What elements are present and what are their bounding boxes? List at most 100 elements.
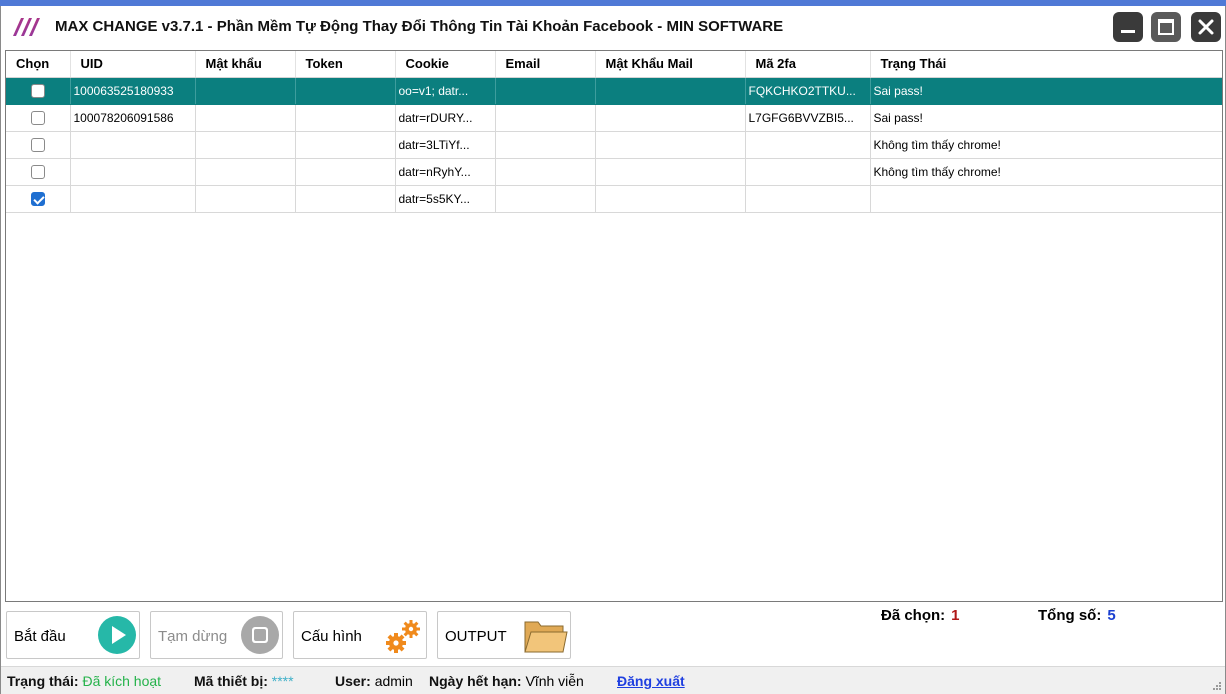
expiry-label: Ngày hết hạn: [429, 673, 522, 689]
column-header-mail-password[interactable]: Mật Khẩu Mail [595, 51, 746, 78]
token-cell[interactable] [295, 131, 396, 159]
account-grid[interactable]: Chọn UID Mật khẩu Token Cookie Email Mật… [5, 50, 1223, 602]
column-header-2fa[interactable]: Mã 2fa [745, 51, 871, 78]
2fa-cell[interactable]: FQKCHKO2TTKU... [745, 77, 871, 105]
close-icon [1198, 19, 1214, 35]
mail-password-cell[interactable] [595, 104, 746, 132]
mail-password-cell[interactable] [595, 158, 746, 186]
statusbar: Trạng thái: Đã kích hoạt Mã thiết bị: **… [1, 666, 1225, 694]
mail-password-cell[interactable] [595, 185, 746, 213]
status-cell[interactable]: Sai pass! [870, 77, 1222, 105]
email-cell[interactable] [495, 77, 596, 105]
status-cell[interactable]: Không tìm thấy chrome! [870, 131, 1222, 159]
password-cell[interactable] [195, 131, 296, 159]
row-checkbox[interactable] [30, 83, 45, 98]
column-header-email[interactable]: Email [495, 51, 596, 78]
column-header-select[interactable]: Chọn [6, 51, 71, 78]
status-label: Trạng thái: [7, 673, 79, 689]
cookie-cell[interactable]: oo=v1; datr... [395, 77, 496, 105]
total-count: Tổng số: 5 [1038, 607, 1116, 624]
mail-password-cell[interactable] [595, 131, 746, 159]
device-item: Mã thiết bị: **** [194, 673, 294, 689]
password-cell[interactable] [195, 158, 296, 186]
password-cell[interactable] [195, 77, 296, 105]
window-title: MAX CHANGE v3.7.1 - Phần Mềm Tự Động Tha… [55, 18, 784, 35]
token-cell[interactable] [295, 158, 396, 186]
email-cell[interactable] [495, 104, 596, 132]
email-cell[interactable] [495, 185, 596, 213]
table-row[interactable]: datr=nRyhY... Không tìm thấy chrome! [6, 158, 1222, 186]
device-label: Mã thiết bị: [194, 673, 268, 689]
2fa-cell[interactable] [745, 158, 871, 186]
uid-cell[interactable]: 100078206091586 [70, 104, 196, 132]
cookie-cell[interactable]: datr=nRyhY... [395, 158, 496, 186]
email-cell[interactable] [495, 158, 596, 186]
start-label: Bắt đầu [14, 628, 66, 645]
table-row[interactable]: 100078206091586 datr=rDURY... L7GFG6BVVZBI… [6, 104, 1222, 132]
cookie-cell[interactable]: datr=rDURY... [395, 104, 496, 132]
maximize-icon [1158, 19, 1174, 35]
2fa-cell[interactable] [745, 131, 871, 159]
column-header-password[interactable]: Mật khẩu [195, 51, 296, 78]
table-row[interactable]: 100063525180933 oo=v1; datr... FQKCHKO2TTK… [6, 77, 1222, 105]
column-header-uid[interactable]: UID [70, 51, 196, 78]
row-checkbox[interactable] [30, 164, 45, 179]
row-checkbox[interactable] [30, 191, 45, 206]
pause-label: Tạm dừng [158, 628, 228, 645]
titlebar: MAX CHANGE v3.7.1 - Phần Mềm Tự Động Tha… [1, 6, 1225, 46]
uid-cell[interactable] [70, 158, 196, 186]
status-cell[interactable]: Không tìm thấy chrome! [870, 158, 1222, 186]
uid-cell[interactable] [70, 131, 196, 159]
column-header-status[interactable]: Trạng Thái [870, 51, 1222, 78]
email-cell[interactable] [495, 131, 596, 159]
status-cell[interactable]: Sai pass! [870, 104, 1222, 132]
close-button[interactable] [1191, 12, 1221, 42]
user-label: User: [335, 673, 371, 689]
column-header-token[interactable]: Token [295, 51, 396, 78]
selected-count: Đã chọn: 1 [881, 607, 960, 624]
token-cell[interactable] [295, 77, 396, 105]
start-button[interactable]: Bắt đầu [6, 611, 140, 659]
2fa-cell[interactable]: L7GFG6BVVZBI5... [745, 104, 871, 132]
maximize-button[interactable] [1151, 12, 1181, 42]
status-item: Trạng thái: Đã kích hoạt [7, 673, 161, 689]
table-header: Chọn UID Mật khẩu Token Cookie Email Mật… [6, 51, 1222, 78]
gear-icon [386, 620, 420, 653]
table-row[interactable]: datr=3LTiYf... Không tìm thấy chrome! [6, 131, 1222, 159]
table-row[interactable]: datr=5s5KY... [6, 185, 1222, 213]
select-cell [6, 104, 71, 132]
select-cell [6, 185, 71, 213]
app-window: MAX CHANGE v3.7.1 - Phần Mềm Tự Động Tha… [0, 6, 1226, 694]
output-label: OUTPUT [445, 628, 507, 645]
config-button[interactable]: Cấu hình [293, 611, 427, 659]
total-count-label: Tổng số: [1038, 607, 1102, 624]
uid-cell[interactable] [70, 185, 196, 213]
user-value: admin [374, 673, 413, 689]
device-value: **** [271, 673, 294, 689]
resize-grip-icon[interactable] [1211, 680, 1221, 690]
app-logo [13, 18, 40, 36]
password-cell[interactable] [195, 104, 296, 132]
stop-icon [241, 616, 279, 654]
2fa-cell[interactable] [745, 185, 871, 213]
mail-password-cell[interactable] [595, 77, 746, 105]
cookie-cell[interactable]: datr=3LTiYf... [395, 131, 496, 159]
row-checkbox[interactable] [30, 137, 45, 152]
password-cell[interactable] [195, 185, 296, 213]
cookie-cell[interactable]: datr=5s5KY... [395, 185, 496, 213]
token-cell[interactable] [295, 104, 396, 132]
pause-button[interactable]: Tạm dừng [150, 611, 283, 659]
expiry-item: Ngày hết hạn: Vĩnh viễn [429, 673, 584, 689]
logout-link[interactable]: Đăng xuất [617, 673, 685, 689]
output-button[interactable]: OUTPUT [437, 611, 571, 659]
expiry-value: Vĩnh viễn [525, 673, 584, 689]
status-cell[interactable] [870, 185, 1222, 213]
column-header-cookie[interactable]: Cookie [395, 51, 496, 78]
minimize-button[interactable] [1113, 12, 1143, 42]
user-item: User: admin [335, 673, 413, 689]
token-cell[interactable] [295, 185, 396, 213]
select-cell [6, 158, 71, 186]
uid-cell[interactable]: 100063525180933 [70, 77, 196, 105]
config-label: Cấu hình [301, 628, 362, 645]
row-checkbox[interactable] [30, 110, 45, 125]
